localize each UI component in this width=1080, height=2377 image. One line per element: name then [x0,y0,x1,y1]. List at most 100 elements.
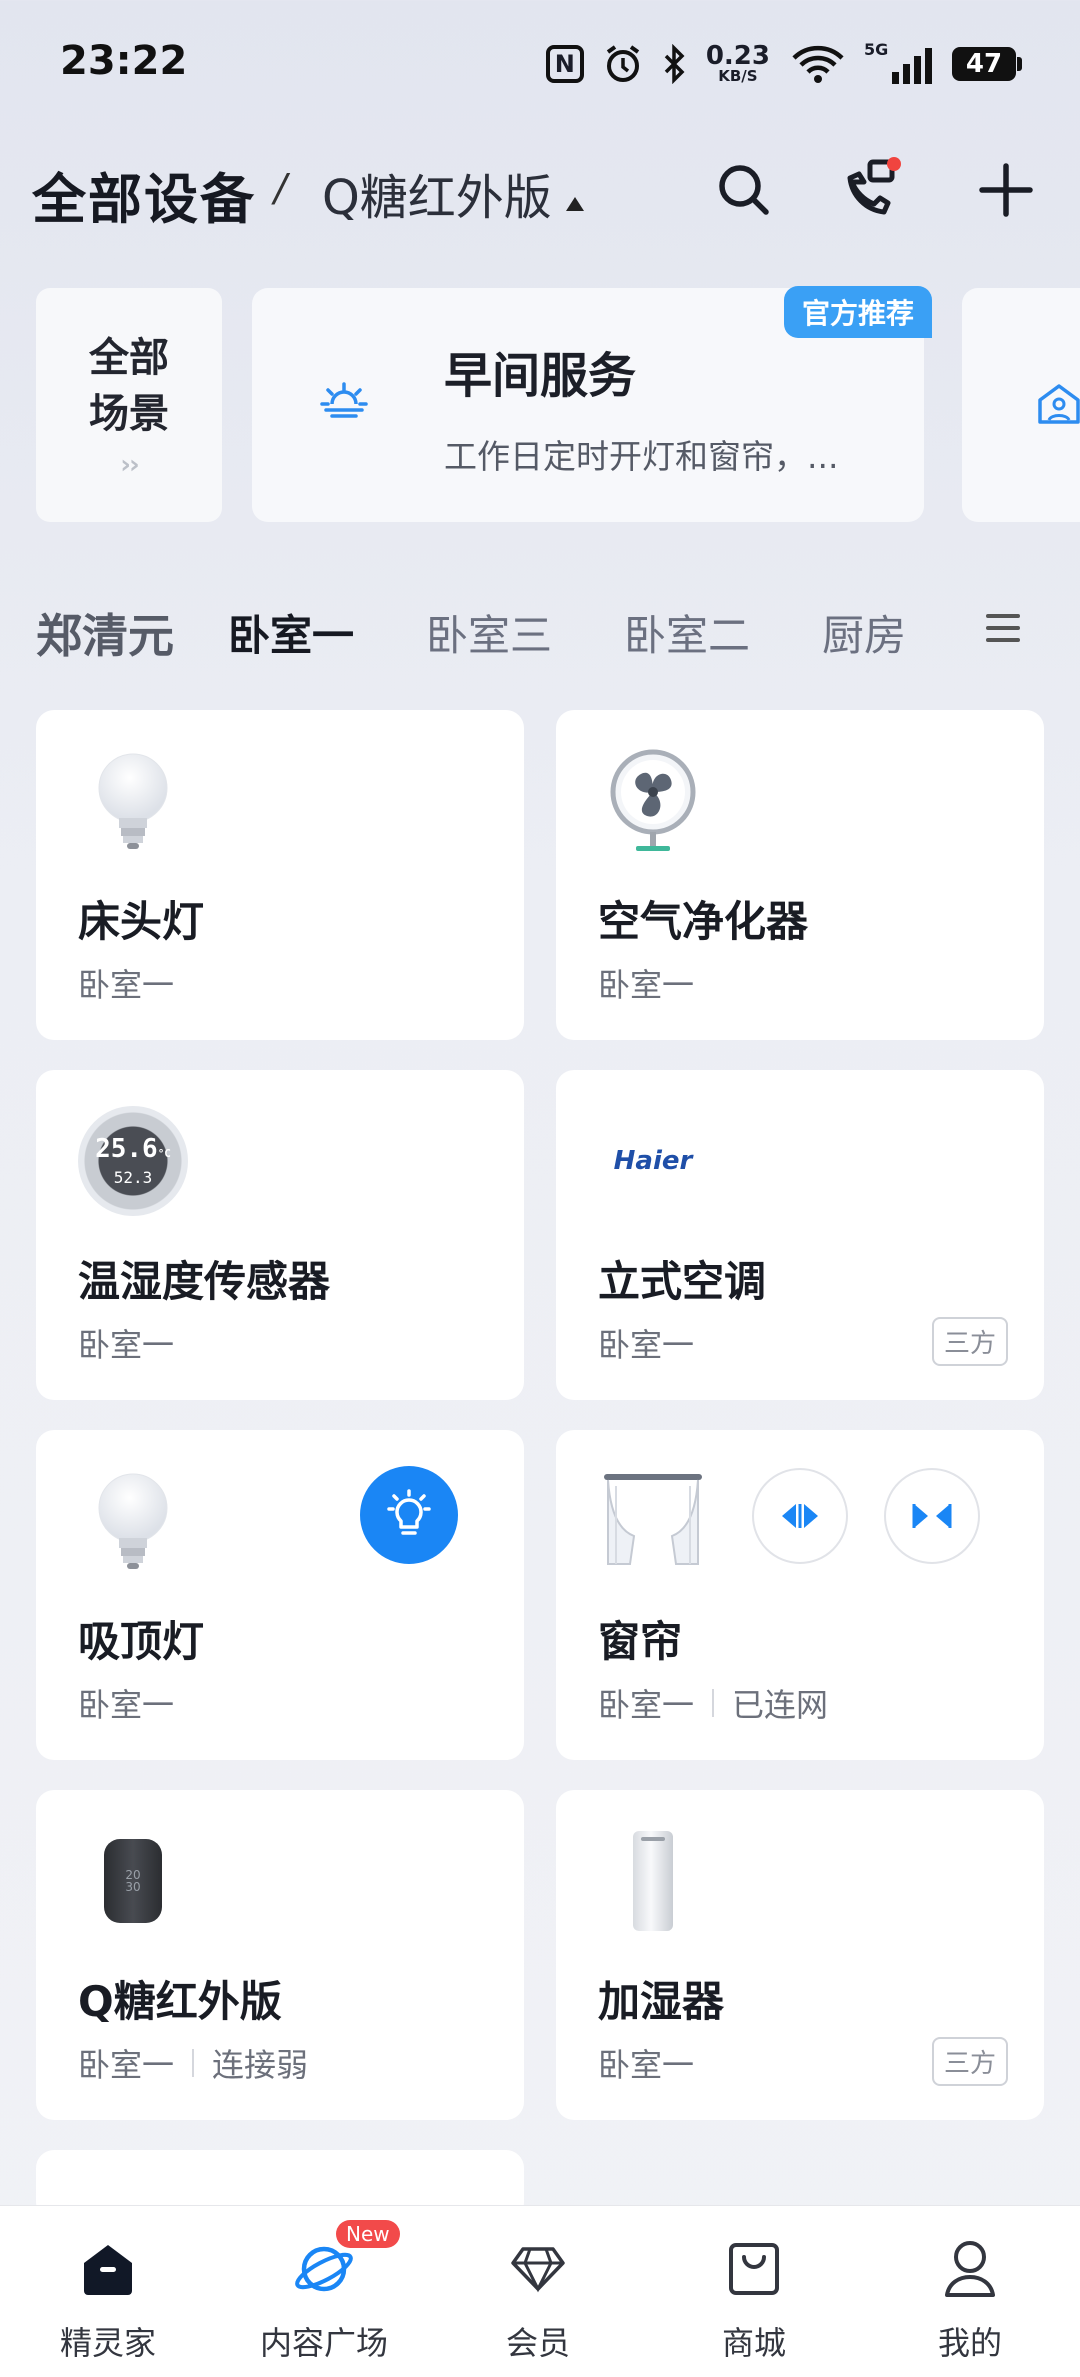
network-type: 5G [864,40,889,59]
device-card-temp-sensor[interactable]: 25.6°C 52.3 温湿度传感器 卧室一 [36,1070,524,1400]
curtain-icon [604,1474,702,1565]
device-card-air-purifier[interactable]: 空气净化器 卧室一 [556,710,1044,1040]
tab-room-3[interactable]: 卧室三 [426,602,552,663]
thermometer-icon: 25.6°C 52.3 [78,1106,188,1216]
nav-content[interactable]: New 内容广场 [244,2220,404,2364]
device-card-humidifier[interactable]: 加湿器 卧室一 三方 [556,1790,1044,2120]
phone-icon [847,157,901,215]
device-card-smart-speaker[interactable]: 20 30 Q糖红外版 卧室一 连接弱 [36,1790,524,2120]
person-home-icon [1038,384,1080,424]
curtain-open-button[interactable] [752,1468,848,1564]
scene-card-morning[interactable]: 早间服务 工作日定时开灯和窗帘，... 官方推荐 [252,286,932,522]
device-name: 空气净化器 [598,897,809,946]
device-room: 卧室一 [598,960,694,1006]
device-card-ceiling-lamp[interactable]: 吸顶灯 卧室一 [36,1430,524,1760]
open-arrows-icon [782,1504,818,1528]
double-chevron-icon: ›› [120,450,139,480]
nfc-icon: N [545,45,584,83]
scene-desc: 工作日定时开灯和窗帘，... [444,437,839,476]
room-menu-icon[interactable] [986,614,1020,650]
nav-label: 会员 [505,2324,570,2362]
nav-home[interactable]: 精灵家 [28,2234,188,2364]
device-room-label: 卧室一 [598,1326,695,1364]
speed-value: 0.23 [705,41,770,71]
service-call-button[interactable] [838,150,910,222]
home-icon [84,2245,132,2295]
device-status: 已连网 [732,1686,829,1724]
nav-label: 商城 [721,2324,786,2362]
scene-card-peek[interactable] [962,288,1080,522]
shopping-bag-icon [729,2243,779,2295]
scene-name: 早间服务 [444,348,637,404]
third-party-tag: 三方 [931,2037,1008,2086]
search-button[interactable] [708,154,780,226]
sensor-humidity: 52.3 [113,1167,153,1187]
plus-icon [979,163,1033,217]
device-room: 卧室一 [598,1320,694,1366]
home-owner[interactable]: 郑清元 [36,600,174,666]
humidifier-icon [598,1826,708,1936]
device-card-air-conditioner[interactable]: Haier 立式空调 卧室一 三方 [556,1070,1044,1400]
new-badge: New [336,2220,400,2248]
device-room-label: 卧室一 [78,1326,175,1364]
nav-label: 我的 [937,2324,1002,2362]
device-room: 卧室一 [598,2040,694,2086]
wifi-icon [792,45,844,83]
home-selector[interactable]: Q糖红外版 [322,158,584,228]
device-name: 吸顶灯 [78,1617,205,1666]
add-device-button[interactable] [970,154,1042,226]
sunrise-icon [320,382,368,418]
nav-shop[interactable]: 商城 [674,2234,834,2364]
alarm-icon [606,45,640,82]
device-room-label: 卧室一 [78,2046,175,2084]
device-name: 温湿度传感器 [78,1257,331,1306]
device-room: 卧室一 [78,1680,174,1726]
title-separator: / [274,166,287,210]
lightbulb-icon [387,1489,431,1535]
tab-room-2[interactable]: 卧室二 [624,602,750,663]
page-title: 全部设备 [32,168,256,231]
signal-icon: 5G [864,40,932,84]
status-icons: N 0.23 KB/S 5G 47 [545,38,1022,90]
device-room: 卧室一 连接弱 [78,2040,308,2086]
person-icon [945,2241,995,2297]
device-card-bedside-lamp[interactable]: 床头灯 卧室一 [36,710,524,1040]
home-name: Q糖红外版 [322,170,552,226]
bulb-icon [98,753,168,849]
search-icon [719,165,769,215]
speaker-display: 20 30 [125,1868,141,1894]
device-status: 连接弱 [212,2046,309,2084]
device-room: 卧室一 [78,1320,174,1366]
nav-label: 内容广场 [259,2324,388,2362]
battery-icon: 47 [952,47,1022,81]
device-name: Q糖红外版 [78,1977,282,2026]
diamond-icon [511,2247,565,2293]
device-name: 窗帘 [598,1617,683,1666]
light-toggle-button[interactable] [360,1466,458,1564]
speaker-icon: 20 30 [78,1826,188,1936]
tab-kitchen[interactable]: 厨房 [822,602,906,663]
device-room: 卧室一 [78,960,174,1006]
curtain-close-button[interactable] [884,1468,980,1564]
bottom-nav: 精灵家 New 内容广场 会员 商城 我的 [0,2205,1080,2377]
caret-down-icon [565,197,584,211]
battery-level: 47 [965,49,1003,79]
device-room-label: 卧室一 [78,966,175,1004]
device-room-label: 卧室一 [598,2046,695,2084]
device-name: 加湿器 [598,1977,725,2026]
device-room: 卧室一 已连网 [598,1680,828,1726]
device-name: 立式空调 [598,1257,767,1306]
network-speed: 0.23 KB/S [705,41,770,84]
nav-label: 精灵家 [59,2324,156,2362]
device-room-label: 卧室一 [598,1686,695,1724]
all-scenes-button[interactable]: 全部 场景 ›› [36,288,222,522]
all-scenes-label-1: 全部 [89,335,169,381]
tab-room-1[interactable]: 卧室一 [228,602,354,663]
third-party-tag: 三方 [931,1317,1008,1366]
sensor-unit: °C [157,1146,171,1160]
device-card-curtain[interactable]: 窗帘 卧室一 已连网 [556,1430,1044,1760]
recommend-badge: 官方推荐 [783,286,932,338]
nav-profile[interactable]: 我的 [890,2234,1050,2364]
nav-membership[interactable]: 会员 [458,2234,618,2364]
status-time: 23:22 [60,38,188,84]
